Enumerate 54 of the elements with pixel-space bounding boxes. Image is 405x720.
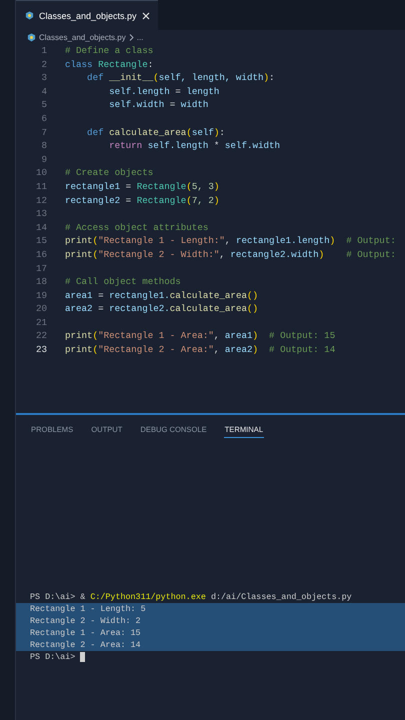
code-line: # Call object methods bbox=[65, 275, 181, 289]
breadcrumb-item[interactable]: ... bbox=[136, 32, 144, 42]
code-line: print("Rectangle 2 - Area:", area2) # Output: 14 bbox=[65, 343, 336, 357]
line-number: 23 bbox=[34, 343, 47, 357]
close-icon[interactable] bbox=[142, 12, 150, 20]
line-number: 20 bbox=[34, 302, 47, 316]
line-number: 8 bbox=[40, 139, 47, 153]
code-line: # Create objects bbox=[65, 166, 154, 180]
code-line: rectangle2 = Rectangle(7, 2) bbox=[65, 194, 220, 208]
code-line: # Access object attributes bbox=[65, 220, 208, 234]
python-file-icon bbox=[25, 11, 34, 20]
line-number: 3 bbox=[40, 71, 47, 85]
code-line: print("Rectangle 1 - Area:", area1) # Output: 15 bbox=[65, 329, 336, 344]
line-number: 22 bbox=[34, 329, 47, 344]
python-file-icon bbox=[27, 32, 36, 42]
line-number: 7 bbox=[40, 126, 47, 140]
line-number: 21 bbox=[34, 316, 47, 330]
terminal-line: Rectangle 1 - Area: 15 bbox=[30, 627, 141, 639]
line-number: 1 bbox=[40, 44, 47, 58]
line-number: 10 bbox=[34, 166, 47, 180]
line-number: 2 bbox=[40, 58, 47, 72]
terminal-line: Rectangle 2 - Width: 2 bbox=[30, 615, 141, 627]
terminal-line: Rectangle 2 - Area: 14 bbox=[30, 639, 141, 651]
line-number: 9 bbox=[40, 152, 47, 166]
line-number: 19 bbox=[34, 288, 47, 302]
line-number: 5 bbox=[40, 98, 47, 112]
line-number: 6 bbox=[40, 112, 47, 126]
code-line: return self.length * self.width bbox=[108, 139, 280, 153]
line-number: 11 bbox=[34, 180, 47, 194]
editor-tab[interactable]: Classes_and_objects.py bbox=[16, 0, 158, 30]
line-number: 14 bbox=[34, 220, 47, 234]
line-number: 15 bbox=[34, 234, 47, 248]
line-number: 4 bbox=[40, 84, 47, 98]
line-number: 17 bbox=[34, 262, 47, 276]
line-number: 12 bbox=[34, 194, 47, 208]
code-line: print("Rectangle 1 - Length:", rectangle1.length) # Output: bbox=[65, 234, 396, 248]
line-number: 16 bbox=[34, 248, 47, 262]
code-line: print("Rectangle 2 - Width:", rectangle2.width) # Output: bbox=[65, 248, 396, 262]
code-line: rectangle1 = Rectangle(5, 3) bbox=[65, 180, 220, 194]
code-line: class Rectangle: bbox=[65, 58, 154, 72]
code-line: self.width = width bbox=[108, 98, 208, 112]
code-line: area1 = rectangle1.calculate_area() bbox=[65, 288, 258, 302]
chevron-right-icon bbox=[128, 34, 134, 40]
code-line: def __init__(self, length, width): bbox=[86, 71, 275, 85]
code-line: # Define a class bbox=[65, 44, 154, 58]
line-number: 13 bbox=[34, 207, 47, 221]
terminal-line: Rectangle 1 - Length: 5 bbox=[30, 603, 146, 615]
code-line: area2 = rectangle2.calculate_area() bbox=[65, 302, 258, 316]
line-number: 18 bbox=[34, 275, 47, 289]
terminal-line: PS D:\ai> & C:/Python311/python.exe d:/ai/Classes_and_objects.py bbox=[30, 591, 352, 603]
breadcrumb-item[interactable]: Classes_and_objects.py bbox=[39, 32, 126, 42]
terminal-line: PS D:\ai> bbox=[30, 651, 76, 663]
code-line: def calculate_area(self): bbox=[86, 126, 225, 140]
code-line: self.length = length bbox=[108, 84, 220, 98]
